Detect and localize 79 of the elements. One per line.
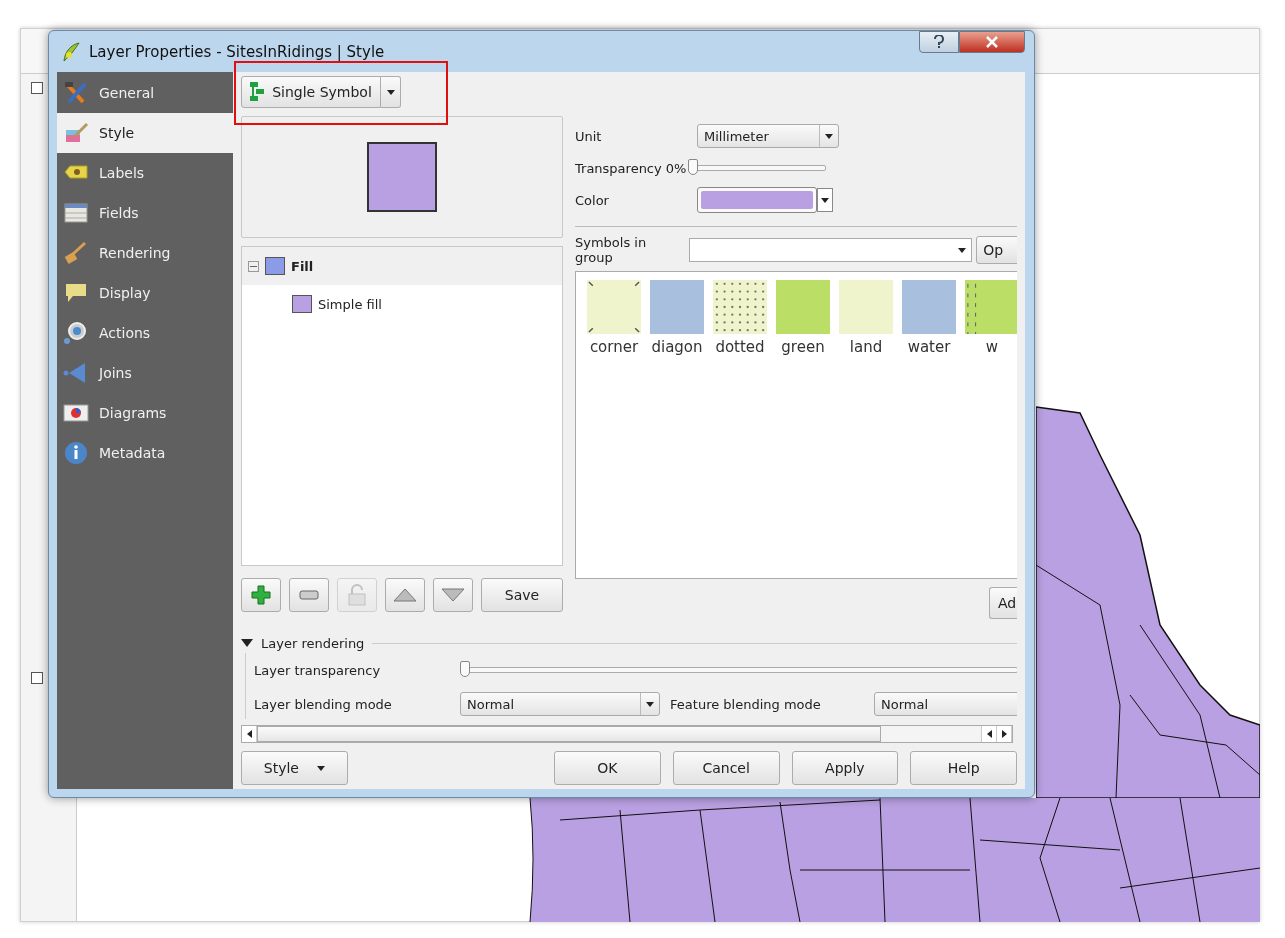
dropdown-arrow-button[interactable] [381, 76, 401, 108]
sidebar-item[interactable]: Rendering [57, 233, 233, 273]
unit-dropdown[interactable]: Millimeter [697, 124, 839, 148]
dialog-button[interactable]: Apply [791, 751, 899, 785]
field-label: Transparency 0% [575, 160, 687, 176]
dock-float-icon[interactable] [31, 672, 43, 684]
tools-icon [63, 80, 89, 106]
field-label: Layer blending mode [254, 696, 393, 712]
dialog-button[interactable]: Cancel [672, 751, 780, 785]
tree-icon [250, 82, 265, 102]
dialog-button[interactable]: Help [910, 751, 1017, 785]
app-logo-icon [61, 40, 81, 63]
caret-icon [316, 765, 325, 771]
down-button[interactable] [433, 578, 473, 612]
sidebar-item[interactable]: Actions [57, 313, 233, 353]
field-label: Symbols in group [575, 235, 648, 265]
table-icon [63, 200, 89, 226]
up-button[interactable] [385, 578, 425, 612]
gear-icon [63, 320, 89, 346]
horizontal-scrollbar[interactable] [241, 725, 1013, 743]
sidebar-item[interactable]: Metadata [57, 433, 233, 473]
caret-icon [646, 701, 655, 707]
sidebar-item[interactable]: Labels [57, 153, 233, 193]
collapse-icon[interactable] [248, 260, 259, 272]
sidebar-item[interactable]: Diagrams [57, 393, 233, 433]
symbol-name[interactable]: green [781, 338, 825, 356]
right-arrow-icon[interactable] [1001, 730, 1007, 738]
collapse-triangle-icon[interactable] [241, 638, 253, 648]
symbol-name[interactable]: diagon [651, 338, 703, 356]
add-button[interactable]: Ad [989, 587, 1017, 619]
close-button[interactable] [959, 31, 1025, 53]
tree-item[interactable]: Fill [291, 258, 314, 274]
caret-icon [386, 89, 395, 95]
open-button[interactable]: Op [976, 236, 1017, 264]
color-button[interactable] [697, 187, 817, 213]
section-title: Layer rendering [261, 635, 365, 651]
sidebar-item[interactable]: Fields [57, 193, 233, 233]
question-icon [933, 35, 945, 49]
symbol-name[interactable]: corner [589, 338, 639, 356]
sidebar-item[interactable]: Display [57, 273, 233, 313]
symbol-name[interactable]: w [985, 338, 999, 356]
sidebar-item[interactable]: General [57, 73, 233, 113]
caret-icon [821, 197, 829, 203]
left-arrow-icon[interactable] [986, 730, 992, 738]
close-icon [986, 36, 998, 48]
sidebar-item[interactable]: Joins [57, 353, 233, 393]
down-triangle-icon [441, 588, 465, 602]
blending-dropdown[interactable]: Normal [874, 692, 1017, 716]
help-button[interactable] [919, 31, 959, 53]
field-label: Unit [575, 128, 603, 144]
slider-thumb[interactable] [688, 159, 699, 175]
minus-icon [299, 590, 319, 600]
padlock-icon [348, 584, 366, 606]
add-button[interactable] [241, 578, 281, 612]
slider-thumb[interactable] [460, 661, 470, 677]
dock-float-icon[interactable] [31, 82, 43, 94]
remove-button[interactable] [289, 578, 329, 612]
sidebar-item[interactable]: Style [57, 113, 233, 153]
symbol-name[interactable]: land [849, 338, 883, 356]
symbol-name[interactable]: dotted [715, 338, 765, 356]
window-title: Layer Properties - SitesInRidings | Style [89, 42, 385, 61]
renderer-dropdown[interactable]: Single Symbol [241, 76, 381, 108]
color-menu-button[interactable] [817, 188, 833, 212]
field-label: Layer transparency [254, 662, 382, 678]
style-dropdown[interactable]: Style [241, 751, 348, 785]
save-button[interactable]: Save [481, 578, 563, 612]
tree-item[interactable]: Simple fill [318, 296, 382, 312]
symbol-name[interactable]: water [907, 338, 951, 356]
info-icon [63, 440, 89, 466]
plus-icon [251, 585, 271, 605]
paintbrush-icon [63, 240, 89, 266]
field-label: Color [575, 192, 610, 208]
caret-icon [825, 133, 833, 139]
left-arrow-icon[interactable] [246, 730, 252, 738]
field-label: Feature blending mode [670, 696, 822, 712]
up-triangle-icon [393, 588, 417, 602]
dialog-button[interactable]: OK [554, 751, 661, 785]
blending-dropdown[interactable]: Normal [459, 692, 661, 716]
caret-icon [958, 247, 967, 253]
